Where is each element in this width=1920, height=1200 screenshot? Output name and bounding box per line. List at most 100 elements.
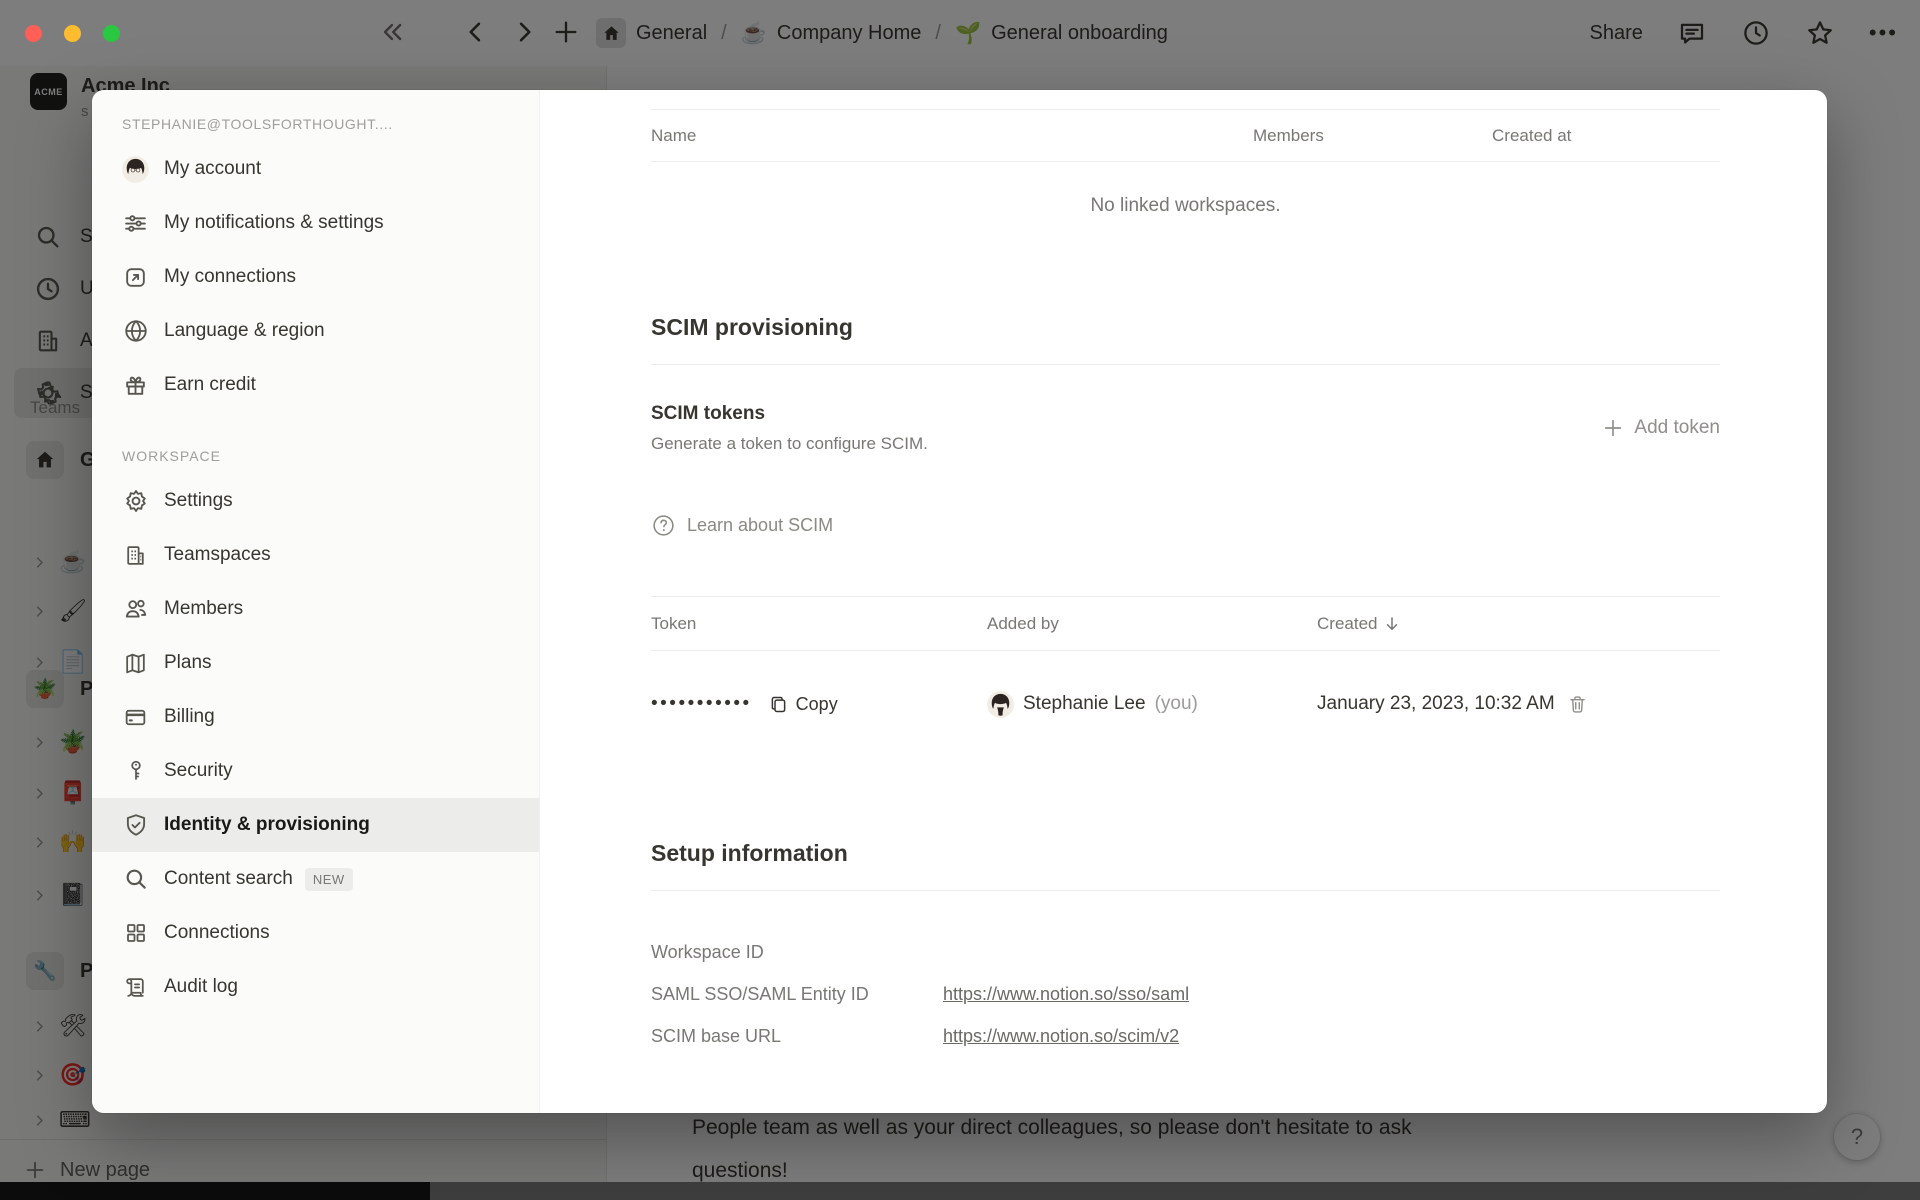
settings-item-audit-log[interactable]: Audit log [92, 960, 539, 1014]
user-avatar [122, 156, 149, 183]
window-controls [25, 25, 120, 42]
scim-tokens-row: SCIM tokens Generate a token to configur… [651, 401, 1720, 455]
grid-icon [122, 920, 149, 947]
settings-item-content-search[interactable]: Content search NEW [92, 852, 539, 906]
plus-icon [1602, 417, 1624, 439]
settings-item-label: Connections [164, 922, 270, 944]
add-token-label: Add token [1634, 417, 1720, 439]
divider [651, 890, 1720, 891]
settings-sidebar: STEPHANIE@TOOLSFORTHOUGHT.... My account… [92, 90, 540, 1113]
learn-about-scim-label: Learn about SCIM [687, 515, 833, 536]
add-token-button[interactable]: Add token [1602, 417, 1720, 439]
new-badge: NEW [305, 868, 353, 891]
close-window-button[interactable] [25, 25, 42, 42]
column-header-name: Name [651, 126, 1253, 146]
settings-item-earn-credit[interactable]: Earn credit [92, 358, 539, 412]
copy-label: Copy [796, 694, 838, 715]
column-header-created-at: Created at [1492, 126, 1720, 146]
setup-label: Workspace ID [651, 942, 943, 963]
shield-check-icon [122, 812, 149, 839]
settings-item-plans[interactable]: Plans [92, 636, 539, 690]
scroll-icon [122, 974, 149, 1001]
key-icon [122, 758, 149, 785]
you-indicator: (you) [1155, 693, 1198, 715]
scim-token-table: Token Added by Created ••••••••••• Copy [651, 596, 1720, 730]
settings-modal: STEPHANIE@TOOLSFORTHOUGHT.... My account… [92, 90, 1827, 1113]
credit-card-icon [122, 704, 149, 731]
map-icon [122, 650, 149, 677]
setup-label: SCIM base URL [651, 1026, 943, 1047]
arrow-up-right-box-icon [122, 264, 149, 291]
gear-icon [122, 488, 149, 515]
zoom-window-button[interactable] [103, 25, 120, 42]
setup-information-heading: Setup information [651, 838, 1720, 868]
settings-item-label: Settings [164, 490, 233, 512]
scim-tokens-title: SCIM tokens [651, 401, 928, 427]
empty-state-text: No linked workspaces. [651, 162, 1720, 222]
settings-item-label: Plans [164, 652, 212, 674]
copy-icon [768, 694, 789, 715]
settings-item-security[interactable]: Security [92, 744, 539, 798]
settings-item-settings[interactable]: Settings [92, 474, 539, 528]
settings-item-label: My notifications & settings [164, 212, 384, 234]
masked-token: ••••••••••• [651, 693, 752, 715]
setup-row-workspace-id: Workspace ID [651, 931, 1720, 973]
settings-item-my-connections[interactable]: My connections [92, 250, 539, 304]
token-table-row: ••••••••••• Copy Stephanie Lee (you) [651, 651, 1720, 730]
question-circle-icon [651, 513, 676, 538]
setup-row-saml-entity-id: SAML SSO/SAML Entity ID https://www.noti… [651, 973, 1720, 1015]
delete-token-button[interactable] [1567, 694, 1588, 715]
scim-tokens-description: Generate a token to configure SCIM. [651, 433, 928, 455]
settings-item-label: Language & region [164, 320, 325, 342]
members-icon [122, 596, 149, 623]
copy-token-button[interactable]: Copy [768, 694, 838, 715]
search-icon [122, 866, 149, 893]
settings-item-label: Audit log [164, 976, 238, 998]
user-avatar [987, 691, 1014, 718]
linked-workspaces-table: Name Members Created at No linked worksp… [651, 109, 1720, 222]
settings-item-identity-provisioning[interactable]: Identity & provisioning [92, 798, 539, 852]
added-by-name: Stephanie Lee [1023, 693, 1146, 715]
column-header-created-sort[interactable]: Created [1317, 614, 1720, 634]
column-header-members: Members [1253, 126, 1492, 146]
setup-label: SAML SSO/SAML Entity ID [651, 984, 943, 1005]
learn-about-scim-link[interactable]: Learn about SCIM [651, 513, 1720, 538]
settings-item-billing[interactable]: Billing [92, 690, 539, 744]
gift-icon [122, 372, 149, 399]
settings-item-language-region[interactable]: Language & region [92, 304, 539, 358]
settings-item-members[interactable]: Members [92, 582, 539, 636]
settings-item-label: My connections [164, 266, 296, 288]
settings-item-label: Earn credit [164, 374, 256, 396]
settings-item-label: Content search [164, 868, 293, 890]
workspace-section-header: WORKSPACE [122, 446, 539, 466]
building-icon [122, 542, 149, 569]
settings-item-label: Identity & provisioning [164, 814, 370, 836]
settings-item-label: Members [164, 598, 243, 620]
settings-item-my-account[interactable]: My account [92, 142, 539, 196]
settings-item-label: Security [164, 760, 233, 782]
scim-base-url-link[interactable]: https://www.notion.so/scim/v2 [943, 1026, 1720, 1047]
column-header-added-by: Added by [987, 614, 1317, 634]
settings-item-connections[interactable]: Connections [92, 906, 539, 960]
settings-item-teamspaces[interactable]: Teamspaces [92, 528, 539, 582]
notion-app-window: General / ☕ Company Home / 🌱 General onb… [0, 0, 1920, 1200]
setup-row-scim-base-url: SCIM base URL https://www.notion.so/scim… [651, 1015, 1720, 1057]
sliders-icon [122, 210, 149, 237]
globe-icon [122, 318, 149, 345]
settings-item-label: My account [164, 158, 261, 180]
settings-main-panel: Name Members Created at No linked worksp… [540, 90, 1827, 1113]
setup-information-rows: Workspace ID SAML SSO/SAML Entity ID htt… [651, 931, 1720, 1057]
divider [651, 364, 1720, 365]
bottom-strip-left [0, 1182, 430, 1200]
scim-provisioning-heading: SCIM provisioning [651, 312, 1720, 342]
arrow-down-icon [1383, 615, 1401, 633]
created-timestamp: January 23, 2023, 10:32 AM [1317, 693, 1555, 715]
saml-sso-link[interactable]: https://www.notion.so/sso/saml [943, 984, 1720, 1005]
settings-item-label: Billing [164, 706, 215, 728]
settings-item-label: Teamspaces [164, 544, 271, 566]
settings-item-notifications[interactable]: My notifications & settings [92, 196, 539, 250]
column-header-token: Token [651, 614, 987, 634]
account-section-header: STEPHANIE@TOOLSFORTHOUGHT.... [122, 114, 539, 134]
minimize-window-button[interactable] [64, 25, 81, 42]
trash-icon [1567, 694, 1588, 715]
